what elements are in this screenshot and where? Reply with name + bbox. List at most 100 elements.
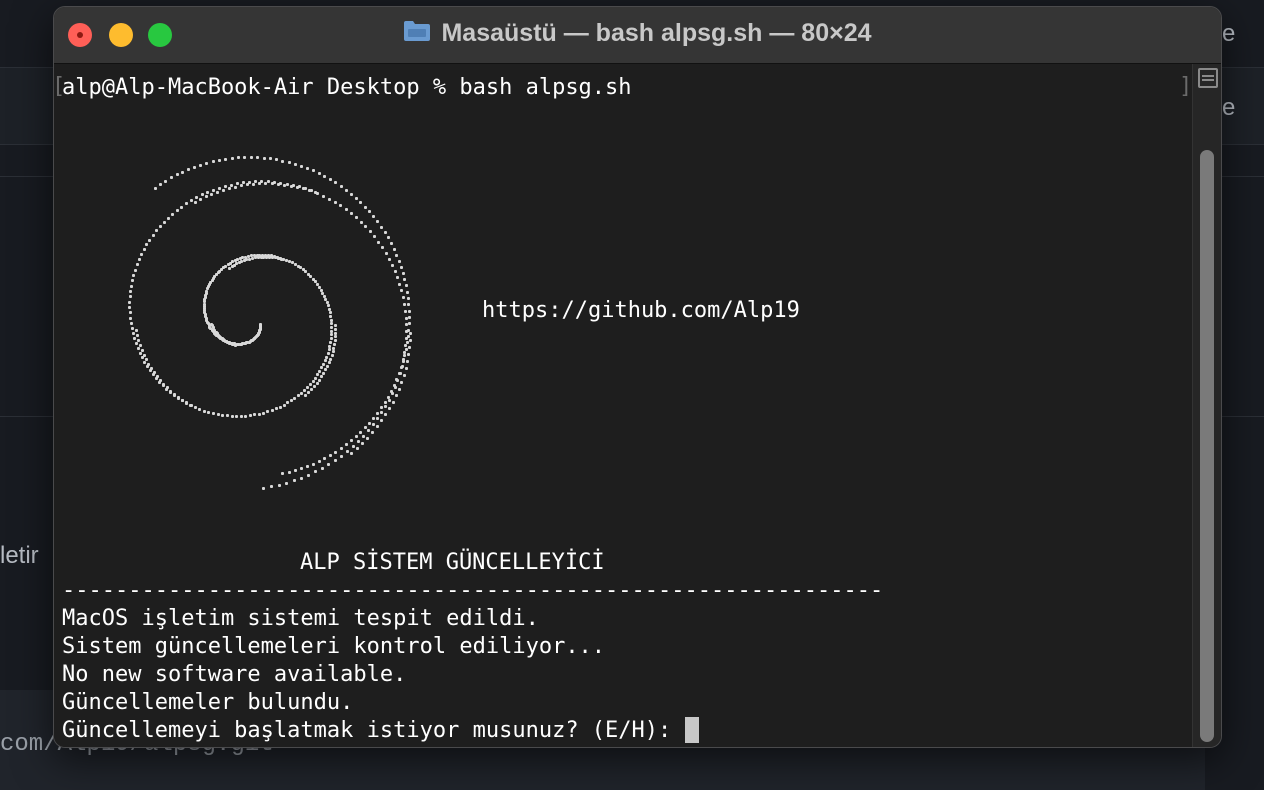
logo-dot [388,258,391,261]
logo-dot [330,333,333,336]
logo-dot [294,469,297,472]
logo-dot [385,252,388,255]
logo-dot [235,415,238,418]
logo-dot [310,388,313,391]
logo-dot [359,201,362,204]
logo-dot [304,187,307,190]
logo-dot [147,363,150,366]
logo-dot [210,193,213,196]
logo-dot [323,175,326,178]
logo-dot [248,181,251,184]
logo-dot [373,235,376,238]
logo-dot [357,440,360,443]
logo-dot [217,413,220,416]
logo-dot [395,378,398,381]
terminal-content[interactable]: [ alp@Alp-MacBook-Air Desktop % bash alp… [54,64,1192,747]
logo-dot [303,389,306,392]
logo-dot [169,390,172,393]
logo-dot [288,471,291,474]
logo-dot [316,373,319,376]
logo-dot [203,410,206,413]
logo-dot [260,180,263,183]
logo-dot [278,484,281,487]
logo-dot [286,401,289,404]
logo-dot [372,423,375,426]
logo-dot [150,367,153,370]
logo-dot [362,435,365,438]
logo-dot [328,361,331,364]
scrollbar[interactable] [1192,64,1221,747]
logo-dot [189,404,192,407]
logo-dot [405,284,408,287]
scroll-thumb[interactable] [1200,150,1214,742]
logo-dot [345,189,348,192]
logo-dot [292,184,295,187]
logo-dot [231,415,234,418]
text-cursor[interactable] [684,717,699,743]
prompt-line: alp@Alp-MacBook-Air Desktop % bash alpsg… [62,75,632,100]
separator-line: ----------------------------------------… [62,578,884,603]
logo-dot [155,229,158,232]
logo-dot [164,180,167,183]
logo-dot [380,226,383,229]
terminal-window: Masaüstü — bash alpsg.sh — 80×24 [ alp@A… [53,6,1222,748]
logo-dot [300,467,303,470]
logo-dot [306,386,309,389]
logo-dot [346,450,349,453]
logo-dot [185,202,188,205]
title-bar[interactable]: Masaüstü — bash alpsg.sh — 80×24 [54,7,1221,64]
logo-dot [262,487,265,490]
logo-dot [210,323,213,326]
folder-icon [404,20,431,41]
logo-dot [350,439,353,442]
logo-dot [135,329,138,332]
logo-dot [212,189,215,192]
logo-dot [143,354,146,357]
logo-dot [312,169,315,172]
logo-dot [328,198,331,201]
logo-dot [340,455,343,458]
logo-dot [398,372,401,375]
logo-dot [159,225,162,228]
logo-dot [300,392,303,395]
logo-dot [138,258,141,261]
logo-dot [128,306,131,309]
logo-dot [243,156,246,159]
logo-dot [398,260,401,263]
logo-dot [234,186,237,189]
logo-dot [279,406,282,409]
logo-dot [372,215,375,218]
logo-dot [306,167,309,170]
logo-dot [244,415,247,418]
logo-dot [384,413,387,416]
logo-dot [340,185,343,188]
window-title: Masaüstü — bash alpsg.sh — 80×24 [441,19,872,47]
logo-dot [262,412,265,415]
logo-dot [332,350,335,353]
logo-dot [153,371,156,374]
logo-dot [394,270,397,273]
logo-dot [409,339,412,342]
logo-dot [355,216,358,219]
logo-dot [130,322,133,325]
logo-dot [403,354,406,357]
logo-dot [205,290,208,293]
logo-dot [334,339,337,342]
logo-dot [313,385,316,388]
logo-dot [320,375,323,378]
logo-dot [407,303,410,306]
logo-dot [396,276,399,279]
background-text: letir [0,542,39,569]
logo-dot [345,443,348,446]
logo-dot [310,189,313,192]
logo-dot [198,408,201,411]
split-pane-icon[interactable] [1198,68,1218,88]
logo-dot [334,324,337,327]
logo-dot [330,337,333,340]
logo-dot [273,181,276,184]
output-line: Güncellemeler bulundu. [62,690,354,715]
logo-dot [167,217,170,220]
logo-dot [137,339,140,342]
logo-dot [388,399,391,402]
logo-dot [236,182,239,185]
